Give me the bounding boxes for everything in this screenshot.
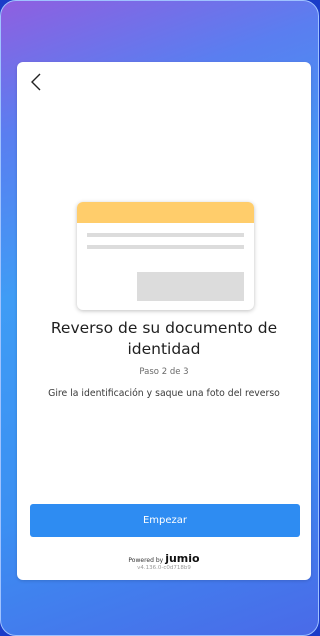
verification-card: Reverso de su documento de identidad Pas… <box>17 62 311 580</box>
version-label: v4.136.0-c0d718b9 <box>137 565 191 571</box>
powered-by-label: Powered by <box>128 557 164 564</box>
card-header-stripe <box>77 202 254 223</box>
step-indicator: Paso 2 de 3 <box>139 367 189 377</box>
back-button[interactable] <box>25 70 47 94</box>
card-text-line <box>87 233 244 237</box>
page-title: Reverso de su documento de identidad <box>50 319 278 358</box>
powered-by: Powered by jumio <box>17 552 311 565</box>
jumio-logo: jumio <box>165 552 200 565</box>
card-text-line <box>87 245 244 249</box>
card-barcode-area <box>137 272 244 301</box>
chevron-left-icon <box>31 73 41 91</box>
device-frame: Reverso de su documento de identidad Pas… <box>0 0 319 636</box>
start-button[interactable]: Empezar <box>30 504 300 537</box>
instruction-text: Gire la identificación y saque una foto … <box>48 388 280 399</box>
id-card-back-illustration <box>77 202 254 310</box>
